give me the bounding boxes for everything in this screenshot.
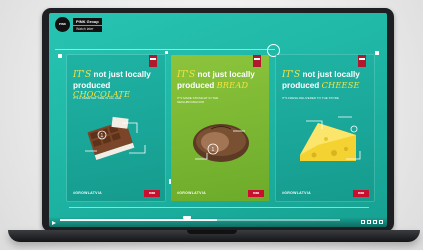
poster-hashtag: #GROWLATVIA (73, 191, 102, 195)
progress-bar[interactable] (60, 219, 340, 221)
poster-tagline: IT'S MADE STRAIGHT IN THE NEIGHBOURHOOD (177, 96, 219, 104)
headline-line1: not just locally (195, 70, 255, 79)
poster-tagline: IT'S FRESH DELIVERED TO THE STORE (282, 96, 339, 100)
poster-cheese[interactable]: IT'S not just locally produced CHEESE IT… (276, 55, 374, 201)
brand-flag (149, 55, 157, 67)
poster-bread[interactable]: 1 IT'S not just locally produced BREAD I… (171, 55, 269, 201)
headline-product: CHEESE (321, 79, 360, 90)
settings-icon[interactable] (367, 220, 371, 224)
channel-text: PINK Group Watch later (73, 17, 102, 32)
brand-logo: RIMI (248, 190, 264, 197)
svg-text:1: 1 (101, 133, 104, 139)
channel-logo[interactable]: PINK (55, 17, 70, 32)
play-icon[interactable] (52, 221, 56, 225)
channel-header[interactable]: PINK PINK Group Watch later (55, 17, 102, 32)
volume-icon[interactable] (361, 220, 365, 224)
poster-hashtag: #GROWLATVIA (282, 191, 311, 195)
decor-square-3 (375, 51, 379, 55)
player-controls[interactable] (49, 217, 387, 227)
svg-text:1: 1 (212, 147, 215, 153)
headline-line2: produced (177, 80, 217, 90)
captions-icon[interactable] (373, 220, 377, 224)
headline-product: BREAD (216, 79, 249, 90)
brand-flag (253, 55, 261, 67)
brand-logo: RIMI (353, 190, 369, 197)
control-icons (361, 220, 383, 224)
poster-hashtag: #GROWLATVIA (177, 191, 206, 195)
headline-line2: produced (282, 80, 322, 90)
progress-fill (60, 219, 217, 221)
fullscreen-icon[interactable] (379, 220, 383, 224)
decor-square-4 (165, 51, 168, 54)
poster-tagline: IT'S A SWEETER TIME IN ALL AGE (73, 96, 122, 100)
laptop-notch (187, 230, 237, 234)
headline-line1: not just locally (91, 70, 151, 79)
chapter-marker (183, 216, 191, 219)
poster-headline: IT'S not just locally produced CHEESE (282, 70, 370, 90)
poster-chocolate[interactable]: 1 IT'S not just locally produced CHOCOLA… (67, 55, 165, 201)
headline-prefix: IT'S (177, 70, 196, 80)
headline-line1: not just locally (300, 70, 360, 79)
decor-square-1 (58, 54, 62, 58)
brand-flag (358, 55, 366, 67)
headline-prefix: IT'S (282, 70, 301, 80)
video-screen[interactable]: PINK PINK Group Watch later 1 IT'S not j… (49, 13, 387, 227)
decor-line-1 (55, 49, 275, 50)
scene: PINK PINK Group Watch later 1 IT'S not j… (0, 0, 423, 250)
poster-headline: IT'S not just locally produced BREAD (177, 70, 265, 90)
headline-prefix: IT'S (73, 70, 92, 80)
channel-name[interactable]: PINK Group (73, 17, 102, 25)
channel-subtitle[interactable]: Watch later (73, 25, 102, 32)
brand-logo: RIMI (144, 190, 160, 197)
decor-line-2 (69, 207, 369, 208)
